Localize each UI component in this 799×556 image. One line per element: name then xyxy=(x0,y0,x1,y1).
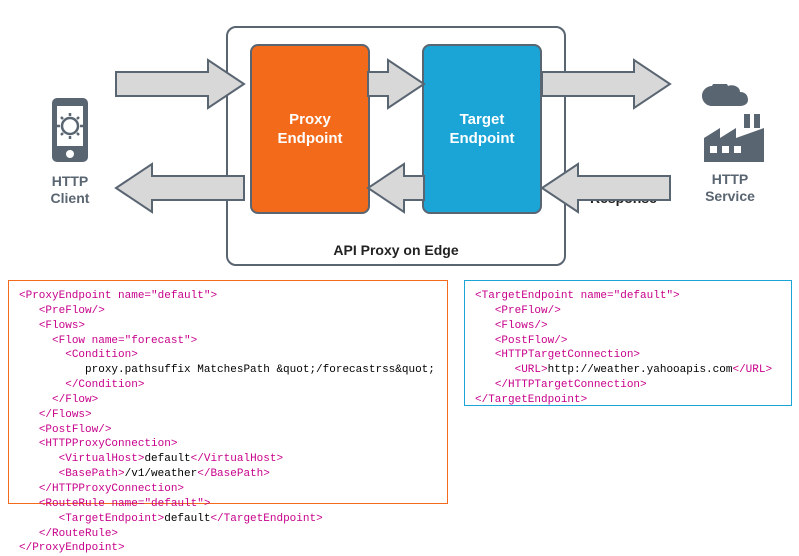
request-label: Request xyxy=(150,76,205,92)
service-label-1: HTTP xyxy=(712,171,749,187)
service-label-2: Service xyxy=(705,188,755,204)
proxy-endpoint-l1: Proxy xyxy=(289,111,331,128)
phone-icon xyxy=(48,96,92,164)
http-service: HTTPService xyxy=(690,84,770,205)
response-label: Response xyxy=(590,190,657,206)
target-endpoint-xml: <TargetEndpoint name="default"> <PreFlow… xyxy=(464,280,792,406)
proxy-endpoint-l2: Endpoint xyxy=(278,130,343,147)
proxy-endpoint-box: Proxy Endpoint xyxy=(250,44,370,214)
target-endpoint-l1: Target xyxy=(460,111,505,128)
proxy-endpoint-xml: <ProxyEndpoint name="default"> <PreFlow/… xyxy=(8,280,448,504)
http-client: HTTPClient xyxy=(30,96,110,207)
client-label-1: HTTP xyxy=(52,173,89,189)
client-label-2: Client xyxy=(51,190,90,206)
frame-label: API Proxy on Edge xyxy=(228,242,564,258)
target-endpoint-box: Target Endpoint xyxy=(422,44,542,214)
target-endpoint-l2: Endpoint xyxy=(450,130,515,147)
cloud-factory-icon xyxy=(694,84,766,162)
